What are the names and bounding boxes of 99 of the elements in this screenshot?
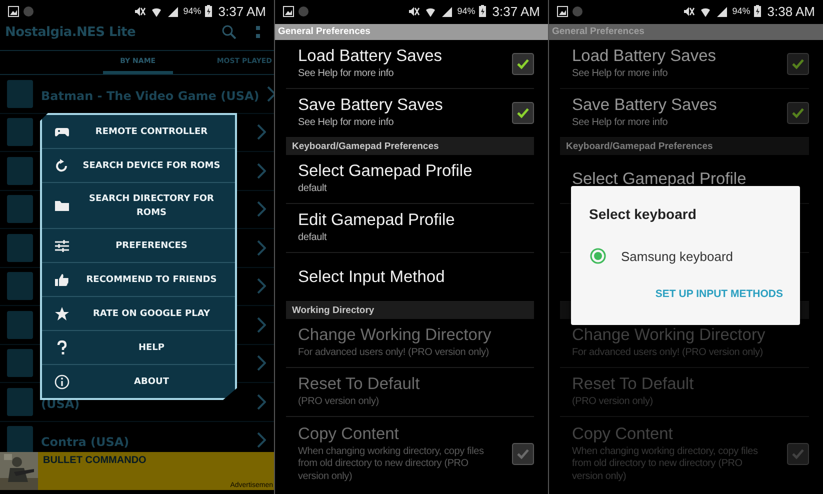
checkbox[interactable]	[512, 53, 534, 75]
setting-title[interactable]: Select Input Method	[298, 268, 534, 286]
battery-icon	[754, 5, 762, 17]
chevron-icon[interactable]	[257, 432, 266, 448]
mute-icon	[133, 6, 146, 16]
clock: 3:38 AM	[767, 4, 815, 18]
signal-icon	[167, 6, 180, 16]
app-title: Nostalgia.NES Lite	[5, 24, 136, 40]
chevron-icon[interactable]	[257, 355, 266, 372]
wifi-icon	[424, 6, 438, 16]
cartridge-icon	[7, 426, 33, 454]
chevron-icon[interactable]	[257, 278, 266, 294]
chevron-icon[interactable]	[257, 201, 266, 218]
section-header: Keyboard/Gamepad Preferences	[560, 138, 809, 155]
setting-summary: When changing working directory, copy files from old directory to new directory (PRO version only)	[572, 446, 759, 484]
signal-icon	[716, 6, 728, 16]
section-header: General Preferences	[275, 24, 548, 40]
chevron-icon[interactable]	[257, 316, 266, 333]
setting-title: Copy Content	[572, 424, 674, 444]
setting-title: Change Working Directory	[572, 326, 766, 346]
setting-title[interactable]: Select Gamepad Profile	[572, 170, 809, 188]
setting-title[interactable]: Save Battery Saves	[572, 96, 765, 116]
battery-percent: 94%	[457, 6, 476, 16]
cartridge-icon	[7, 195, 33, 224]
section-header: General Preferences	[549, 24, 823, 40]
menu-item[interactable]: SEARCH DIRECTORY FOR ROMS	[42, 183, 235, 229]
section-header: Keyboard/Gamepad Preferences	[286, 138, 534, 155]
setting-title[interactable]: Load Battery Saves	[298, 47, 490, 66]
setting-title[interactable]: Edit Gamepad Profile	[298, 211, 534, 230]
setting-title[interactable]: Load Battery Saves	[572, 47, 765, 66]
menu-item[interactable]: PREFERENCES	[42, 229, 235, 263]
chevron-icon[interactable]	[257, 162, 266, 179]
chevron-icon[interactable]	[257, 240, 266, 256]
dot-icon	[572, 6, 583, 16]
setting-summary: See Help for more info	[572, 117, 669, 130]
setting-summary: For advanced users only! (PRO version only)	[298, 347, 490, 360]
setting-title: Reset To Default	[298, 375, 421, 394]
gallery-icon	[557, 6, 568, 16]
battery-icon	[479, 5, 486, 17]
setting-title[interactable]: Save Battery Saves	[298, 96, 490, 116]
setting-title: Reset To Default	[572, 375, 695, 394]
battery-icon	[205, 5, 212, 17]
signal-icon	[441, 6, 454, 16]
clock: 3:37 AM	[218, 4, 266, 18]
menu-item[interactable]: HELP	[42, 331, 235, 365]
more-icon[interactable]	[256, 25, 260, 39]
chevron-icon[interactable]	[267, 86, 274, 102]
refresh-icon	[54, 158, 70, 174]
info-icon	[54, 374, 70, 390]
wifi-icon	[150, 6, 164, 16]
radio-button[interactable]	[590, 248, 606, 264]
gallery-icon	[8, 6, 19, 16]
cartridge-icon	[7, 156, 33, 185]
cartridge-icon	[7, 234, 33, 262]
option-label[interactable]: Samsung keyboard	[621, 248, 734, 264]
search-icon[interactable]	[222, 25, 236, 39]
setting-summary: (PRO version only)	[572, 396, 654, 409]
setting-summary: When changing working directory, copy files from old directory to new directory (PRO version only)	[298, 446, 485, 484]
cartridge-icon	[7, 80, 33, 108]
cartridge-icon	[7, 118, 33, 146]
setting-summary: See Help for more info	[298, 68, 395, 81]
ad-title: BULLET COMMANDO	[42, 454, 146, 466]
cartridge-icon	[7, 388, 33, 416]
menu-item[interactable]: ABOUT	[42, 365, 235, 398]
setting-title: Copy Content	[298, 424, 400, 444]
menu-item[interactable]: RECOMMEND TO FRIENDS	[42, 263, 235, 297]
setting-summary: (PRO version only)	[298, 396, 380, 409]
checkbox[interactable]	[787, 102, 809, 124]
section-header: Working Directory	[286, 302, 534, 319]
menu-item[interactable]: SEARCH DEVICE FOR ROMS	[42, 149, 235, 183]
menu-item[interactable]: RATE ON GOOGLE PLAY	[42, 297, 235, 331]
clock: 3:37 AM	[492, 4, 540, 18]
menu-item[interactable]: REMOTE CONTROLLER	[42, 115, 235, 149]
battery-percent: 94%	[732, 6, 750, 16]
setting-title[interactable]: Select Gamepad Profile	[298, 162, 534, 182]
wifi-icon	[699, 6, 712, 16]
star-icon	[54, 306, 70, 322]
dot-icon	[298, 6, 309, 16]
chevron-icon[interactable]	[257, 124, 266, 140]
cartridge-icon	[7, 349, 33, 378]
sliders-icon	[54, 238, 70, 254]
setting-summary: See Help for more info	[572, 68, 669, 81]
dot-icon	[23, 6, 34, 16]
checkbox[interactable]	[787, 53, 809, 75]
battery-percent: 94%	[183, 6, 202, 16]
cartridge-icon	[7, 272, 33, 300]
setting-summary: default	[298, 183, 328, 196]
cartridge-icon	[7, 310, 33, 339]
mute-icon	[682, 6, 696, 16]
setting-summary: default	[298, 232, 328, 245]
checkbox[interactable]	[512, 102, 534, 124]
gallery-icon	[283, 6, 294, 16]
chevron-icon[interactable]	[257, 394, 266, 410]
thumbs-up-icon	[54, 272, 70, 288]
dialog-title: Select keyboard	[589, 206, 698, 222]
setting-summary: See Help for more info	[298, 117, 395, 130]
mute-icon	[407, 6, 420, 16]
setting-summary: For advanced users only! (PRO version only)	[572, 347, 764, 360]
setting-title: Change Working Directory	[298, 326, 492, 346]
